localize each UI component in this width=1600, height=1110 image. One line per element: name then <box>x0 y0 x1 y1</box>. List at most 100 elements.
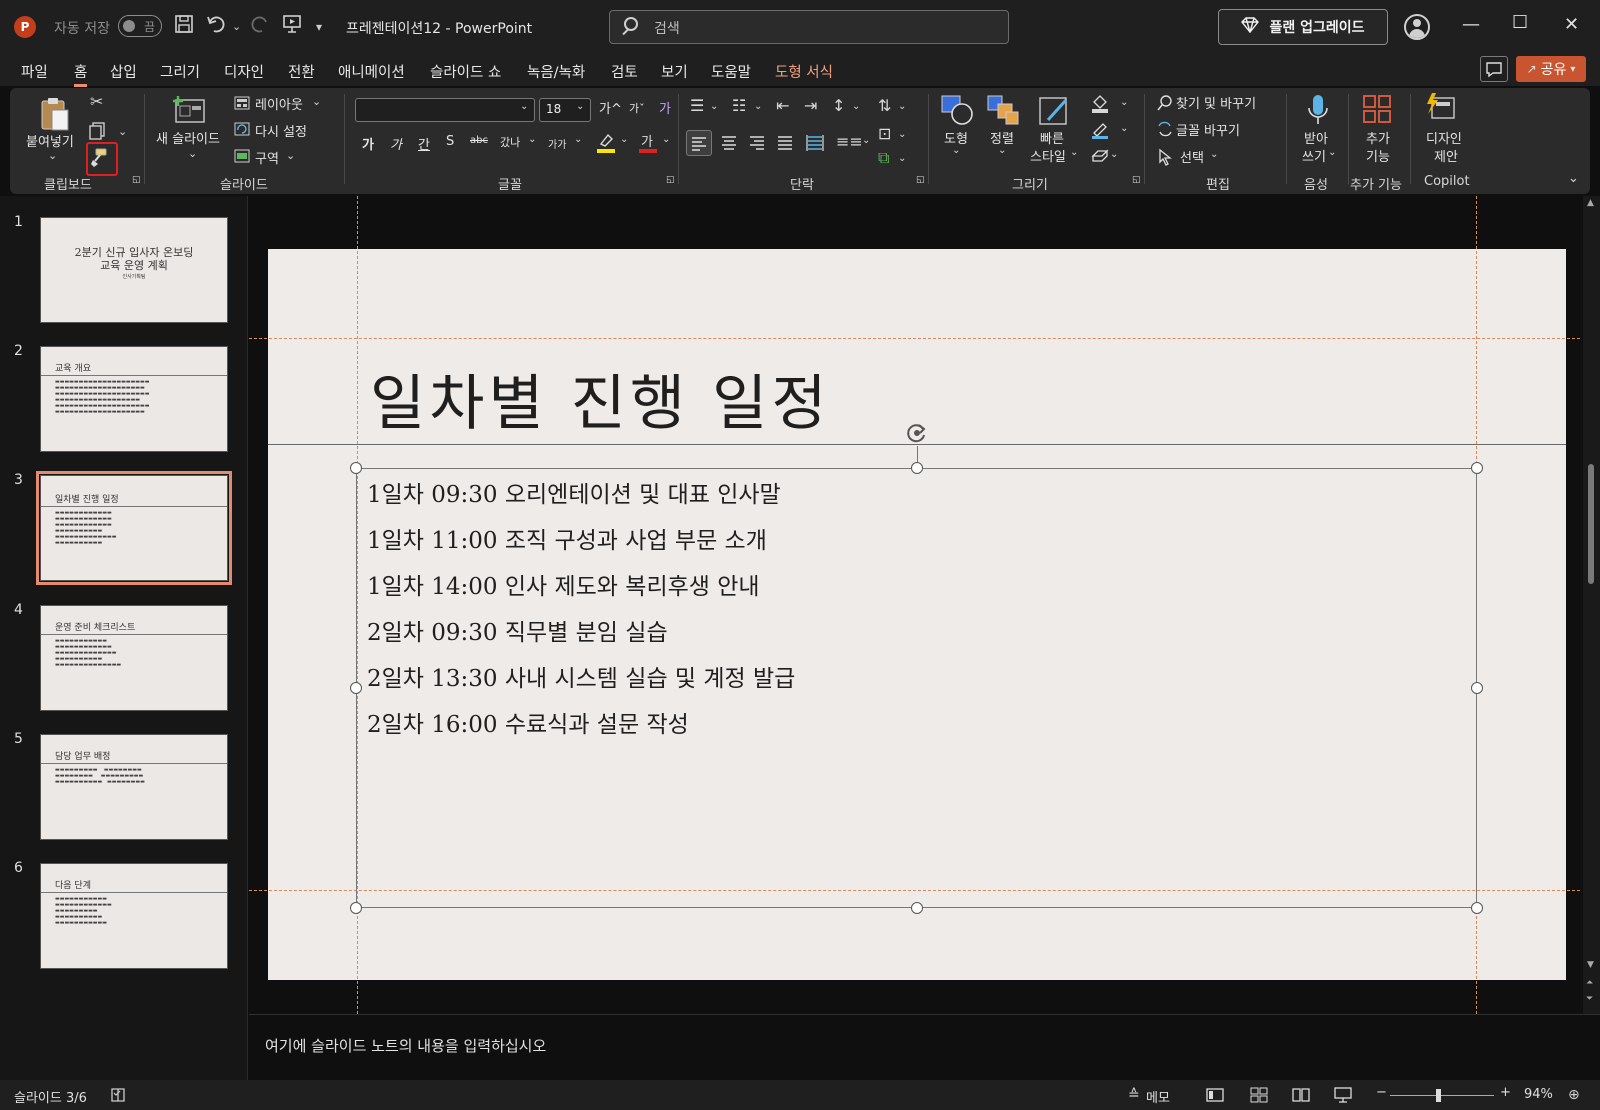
minimize-icon[interactable]: — <box>1462 14 1480 35</box>
tab-draw[interactable]: 그리기 <box>160 61 200 82</box>
copy-dropdown-icon[interactable]: ⌄ <box>118 126 127 137</box>
comments-button[interactable] <box>1480 56 1508 82</box>
slide-thumbnail-4[interactable]: 운영 준비 체크리스트 ▬▬▬▬▬▬▬▬▬▬▬ ▬▬▬▬▬▬▬▬▬▬▬▬ ▬▬▬▬▬… <box>40 605 228 711</box>
increase-font-icon[interactable]: 가^ <box>599 98 622 117</box>
new-slide-label[interactable]: 새 슬라이드 <box>156 128 220 147</box>
select-button[interactable]: 선택 <box>1180 147 1204 166</box>
paste-icon[interactable] <box>38 96 72 135</box>
body-line[interactable]: 2일차 09:30 직무별 분임 실습 <box>367 613 668 647</box>
text-shadow-icon[interactable]: S <box>446 134 454 149</box>
resize-handle-top-right[interactable] <box>1471 462 1483 474</box>
select-dropdown-icon[interactable]: ⌄ <box>1210 150 1218 160</box>
font-color-icon[interactable]: 가 <box>638 132 658 157</box>
notes-placeholder[interactable]: 여기에 슬라이드 노트의 내용을 입력하십시오 <box>265 1035 546 1056</box>
guide-horizontal[interactable] <box>249 338 1580 339</box>
bullets-icon[interactable]: ☰ <box>690 98 704 114</box>
shapes-icon[interactable] <box>940 94 974 129</box>
text-direction-icon[interactable]: ⇅ <box>878 98 891 114</box>
tab-review[interactable]: 검토 <box>611 61 638 82</box>
tab-home[interactable]: 홈 <box>74 61 88 87</box>
tab-file[interactable]: 파일 <box>21 61 48 82</box>
resize-handle-bottom-left[interactable] <box>350 902 362 914</box>
highlight-color-icon[interactable] <box>596 132 616 157</box>
shapes-dropdown-icon[interactable]: ⌄ <box>952 146 960 156</box>
align-right-icon[interactable] <box>746 132 768 157</box>
smartart-icon[interactable]: ⧉ <box>878 150 889 166</box>
change-case-dropdown-icon[interactable]: ⌄ <box>574 135 582 145</box>
section-dropdown-icon[interactable]: ⌄ <box>286 150 295 161</box>
zoom-out-button[interactable]: − <box>1376 1085 1387 1100</box>
drawing-launcher-icon[interactable]: ◱ <box>1132 176 1141 185</box>
ribbon-collapse-icon[interactable]: ⌄ <box>1568 172 1579 185</box>
replace-font-button[interactable]: 글꼴 바꾸기 <box>1176 120 1240 139</box>
slide-thumbnail-1[interactable]: 2분기 신규 입사자 온보딩 교육 운영 계획 인사기획팀 <box>40 217 228 323</box>
upgrade-plan-button[interactable]: 플랜 업그레이드 <box>1218 9 1388 45</box>
cut-icon[interactable]: ✂ <box>90 94 103 110</box>
scroll-down-icon[interactable]: ▼ <box>1587 960 1594 970</box>
find-replace-button[interactable]: 찾기 및 바꾸기 <box>1176 93 1256 112</box>
shape-fill-dropdown-icon[interactable]: ⌄ <box>1120 98 1128 108</box>
font-size-dropdown-icon[interactable]: ⌄ <box>576 102 584 112</box>
account-avatar-icon[interactable] <box>1404 14 1430 40</box>
close-icon[interactable]: ✕ <box>1564 14 1579 35</box>
resize-handle-right[interactable] <box>1471 682 1483 694</box>
replace-font-icon[interactable] <box>1156 120 1174 141</box>
decrease-font-icon[interactable]: 가ˇ <box>629 100 645 116</box>
dictate-dropdown-icon[interactable]: ⌄ <box>1328 148 1336 158</box>
clipboard-launcher-icon[interactable]: ◱ <box>132 176 141 185</box>
section-icon[interactable] <box>234 149 250 166</box>
microphone-icon[interactable] <box>1306 94 1330 131</box>
shape-effects-icon[interactable] <box>1090 148 1110 167</box>
notes-toggle[interactable]: 메모 <box>1146 1087 1170 1106</box>
highlight-dropdown-icon[interactable]: ⌄ <box>620 135 628 145</box>
shape-effects-dropdown-icon[interactable]: ⌄ <box>1110 150 1118 160</box>
notes-icon[interactable]: ≙ <box>1128 1087 1140 1103</box>
character-spacing-dropdown-icon[interactable]: ⌄ <box>528 135 536 145</box>
add-ins-label-2[interactable]: 기능 <box>1366 146 1390 165</box>
line-spacing-icon[interactable]: ↕ <box>832 98 845 114</box>
font-color-dropdown-icon[interactable]: ⌄ <box>662 135 670 145</box>
align-text-dropdown-icon[interactable]: ⌄ <box>898 130 906 140</box>
layout-icon[interactable] <box>234 96 250 113</box>
body-line[interactable]: 2일차 16:00 수료식과 설문 작성 <box>367 705 689 739</box>
align-text-icon[interactable]: ⊡ <box>878 126 891 142</box>
shape-outline-icon[interactable] <box>1090 120 1110 143</box>
arrange-dropdown-icon[interactable]: ⌄ <box>998 146 1006 156</box>
resize-handle-top-left[interactable] <box>350 462 362 474</box>
add-ins-label-1[interactable]: 추가 <box>1366 128 1390 147</box>
font-name-dropdown-icon[interactable]: ⌄ <box>520 102 528 112</box>
slide-indicator[interactable]: 슬라이드 3/6 <box>14 1087 87 1106</box>
slideshow-view-icon[interactable] <box>1334 1087 1352 1107</box>
dictate-label-1[interactable]: 받아 <box>1304 128 1328 147</box>
justify-icon[interactable] <box>774 132 796 157</box>
body-line[interactable]: 1일차 14:00 인사 제도와 복리후생 안내 <box>367 567 760 601</box>
section-button[interactable]: 구역 <box>255 148 279 167</box>
decrease-indent-icon[interactable]: ⇤ <box>776 98 789 114</box>
slide-title[interactable]: 일차별 진행 일정 <box>370 355 831 442</box>
quick-styles-label-2[interactable]: 스타일 <box>1030 146 1066 165</box>
quick-styles-icon[interactable] <box>1038 94 1072 131</box>
slide-thumbnail-6[interactable]: 다음 단계 ▬▬▬▬▬▬▬▬▬▬▬ ▬▬▬▬▬▬▬▬▬▬▬▬ ▬▬▬▬▬▬▬▬▬ ▬▬… <box>40 863 228 969</box>
zoom-slider-thumb[interactable] <box>1436 1089 1441 1102</box>
shape-outline-dropdown-icon[interactable]: ⌄ <box>1120 124 1128 134</box>
font-name-combo[interactable] <box>355 98 535 122</box>
scroll-up-icon[interactable]: ▲ <box>1587 198 1594 208</box>
tab-transitions[interactable]: 전환 <box>288 61 315 82</box>
quick-styles-dropdown-icon[interactable]: ⌄ <box>1070 148 1078 158</box>
dictate-label-2[interactable]: 쓰기 <box>1302 146 1326 165</box>
tab-design[interactable]: 디자인 <box>224 61 264 82</box>
italic-icon[interactable]: 가 <box>390 134 402 153</box>
slide-thumbnail-2[interactable]: 교육 개요 ▬▬▬▬▬▬▬▬▬▬▬▬▬▬▬▬▬▬▬▬ ▬▬▬▬▬▬▬▬▬▬▬▬▬▬… <box>40 346 228 452</box>
notes-pane[interactable]: 여기에 슬라이드 노트의 내용을 입력하십시오 <box>249 1014 1600 1080</box>
underline-icon[interactable]: 간 <box>418 134 430 153</box>
numbering-dropdown-icon[interactable]: ⌄ <box>754 102 762 112</box>
search-box[interactable]: 검색 <box>609 10 1009 44</box>
tab-record[interactable]: 녹음/녹화 <box>527 61 585 82</box>
next-slide-icon[interactable]: ⏷ <box>1586 994 1593 1004</box>
find-replace-icon[interactable] <box>1156 94 1174 115</box>
slide-sorter-icon[interactable] <box>1250 1087 1268 1107</box>
resize-handle-top[interactable] <box>911 462 923 474</box>
font-launcher-icon[interactable]: ◱ <box>666 176 675 185</box>
layout-dropdown-icon[interactable]: ⌄ <box>312 96 321 107</box>
character-spacing-icon[interactable]: 갔나 <box>500 134 520 150</box>
